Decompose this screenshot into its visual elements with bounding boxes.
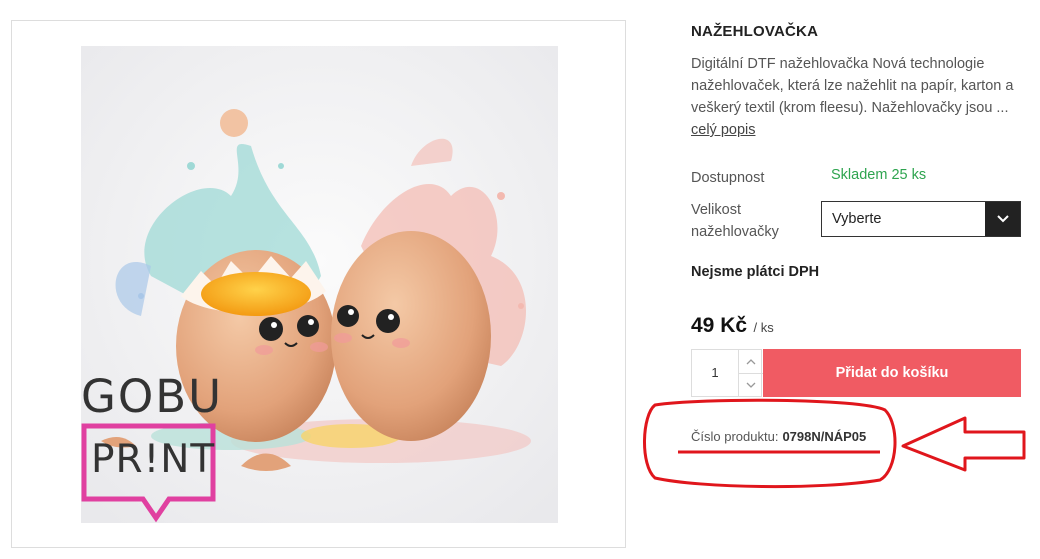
logo-gobu-text: GOBU: [81, 370, 224, 423]
chevron-up-icon[interactable]: [738, 350, 763, 374]
add-to-cart-button[interactable]: Přidat do košíku: [763, 349, 1021, 397]
product-short-description: Digitální DTF nažehlovačka Nová technolo…: [691, 53, 1021, 141]
quantity-input[interactable]: 1: [692, 350, 738, 396]
chevron-down-icon[interactable]: [985, 202, 1020, 236]
product-code: Číslo produktu: 0798N/NÁP05: [691, 429, 866, 444]
size-select-value: Vyberte: [832, 211, 882, 227]
price-unit: / ks: [753, 320, 774, 335]
vat-note: Nejsme plátci DPH: [691, 264, 820, 280]
product-image-frame[interactable]: GOBU PR!NT: [11, 20, 626, 548]
description-text: Digitální DTF nažehlovačka Nová technolo…: [691, 56, 1014, 116]
availability-label: Dostupnost: [691, 170, 765, 186]
full-description-link[interactable]: celý popis: [691, 122, 755, 138]
availability-value: Skladem 25 ks: [831, 167, 927, 183]
product-code-label: Číslo produktu:: [691, 429, 779, 444]
size-select[interactable]: Vyberte: [821, 201, 1021, 237]
product-title: NAŽEHLOVAČKA: [691, 23, 819, 40]
product-image[interactable]: GOBU PR!NT: [81, 46, 558, 523]
product-code-value: 0798N/NÁP05: [782, 429, 867, 444]
logo-print-text: PR!NT: [91, 437, 216, 482]
price-value: 49 Kč: [691, 314, 748, 337]
price-block: 49 Kč / ks: [691, 314, 774, 338]
red-arrow-annotation: [901, 416, 1026, 472]
chevron-down-icon[interactable]: [738, 373, 763, 396]
quantity-stepper: 1: [691, 349, 763, 397]
size-label: Velikost nažehlovačky: [691, 202, 779, 240]
